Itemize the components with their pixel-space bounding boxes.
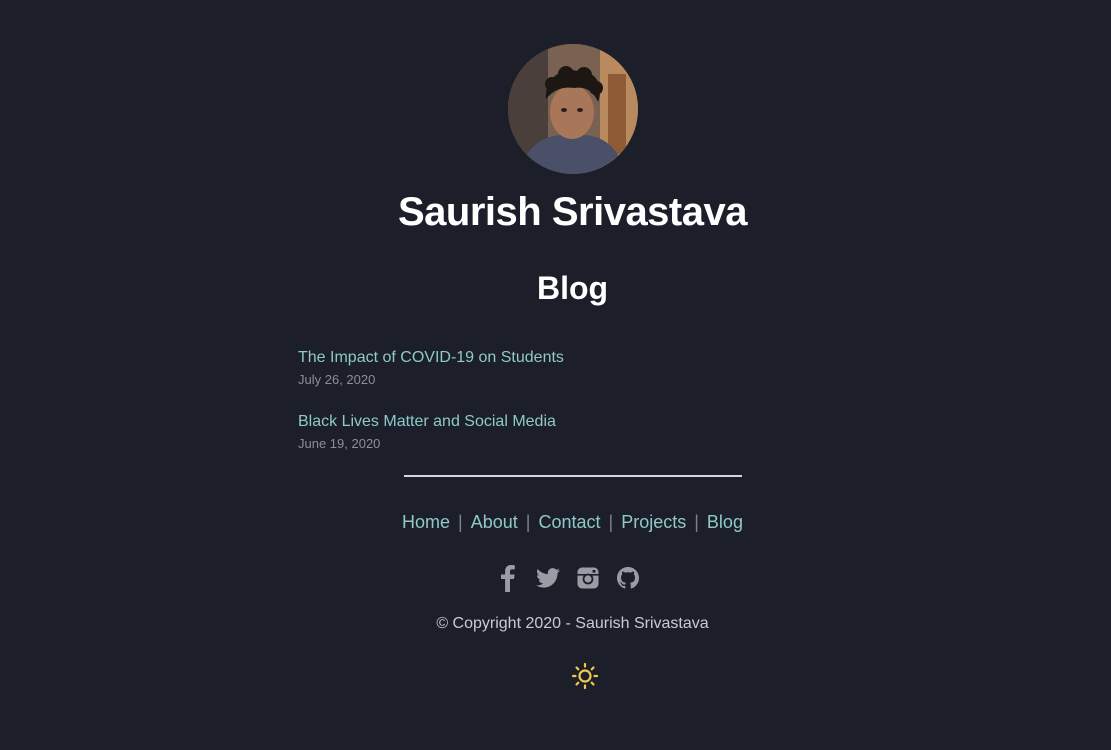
copyright-text: © Copyright 2020 - Saurish Srivastava [436,615,709,632]
site-title: Saurish Srivastava [398,190,748,234]
nav-separator: | [694,512,699,532]
nav-separator: | [608,512,614,532]
avatar [508,44,638,174]
nav-separator: | [458,512,463,532]
theme-toggle-button[interactable] [571,662,599,690]
list-item: The Impact of COVID-19 on Students July … [298,348,818,389]
nav-link-home[interactable]: Home [402,512,450,532]
instagram-icon[interactable] [575,564,601,592]
post-date: June 19, 2020 [298,436,381,451]
facebook-icon[interactable] [495,564,521,592]
nav-separator: | [525,512,531,532]
nav-link-contact[interactable]: Contact [538,512,600,532]
post-link[interactable]: The Impact of COVID-19 on Students [298,348,818,368]
nav-link-blog[interactable]: Blog [707,512,743,532]
sun-icon [571,662,599,690]
social-links [0,564,1111,592]
divider [404,475,742,477]
github-icon[interactable] [615,564,641,592]
avatar-photo [508,44,638,174]
footer-nav: Home | About | Contact | Projects | Blog [0,511,1111,533]
post-link[interactable]: Black Lives Matter and Social Media [298,412,818,432]
post-list: The Impact of COVID-19 on Students July … [298,348,818,476]
post-date: July 26, 2020 [298,372,376,387]
list-item: Black Lives Matter and Social Media June… [298,412,818,453]
page-title: Blog [536,270,609,306]
twitter-icon[interactable] [535,564,561,592]
nav-link-projects[interactable]: Projects [621,512,686,532]
nav-link-about[interactable]: About [471,512,518,532]
